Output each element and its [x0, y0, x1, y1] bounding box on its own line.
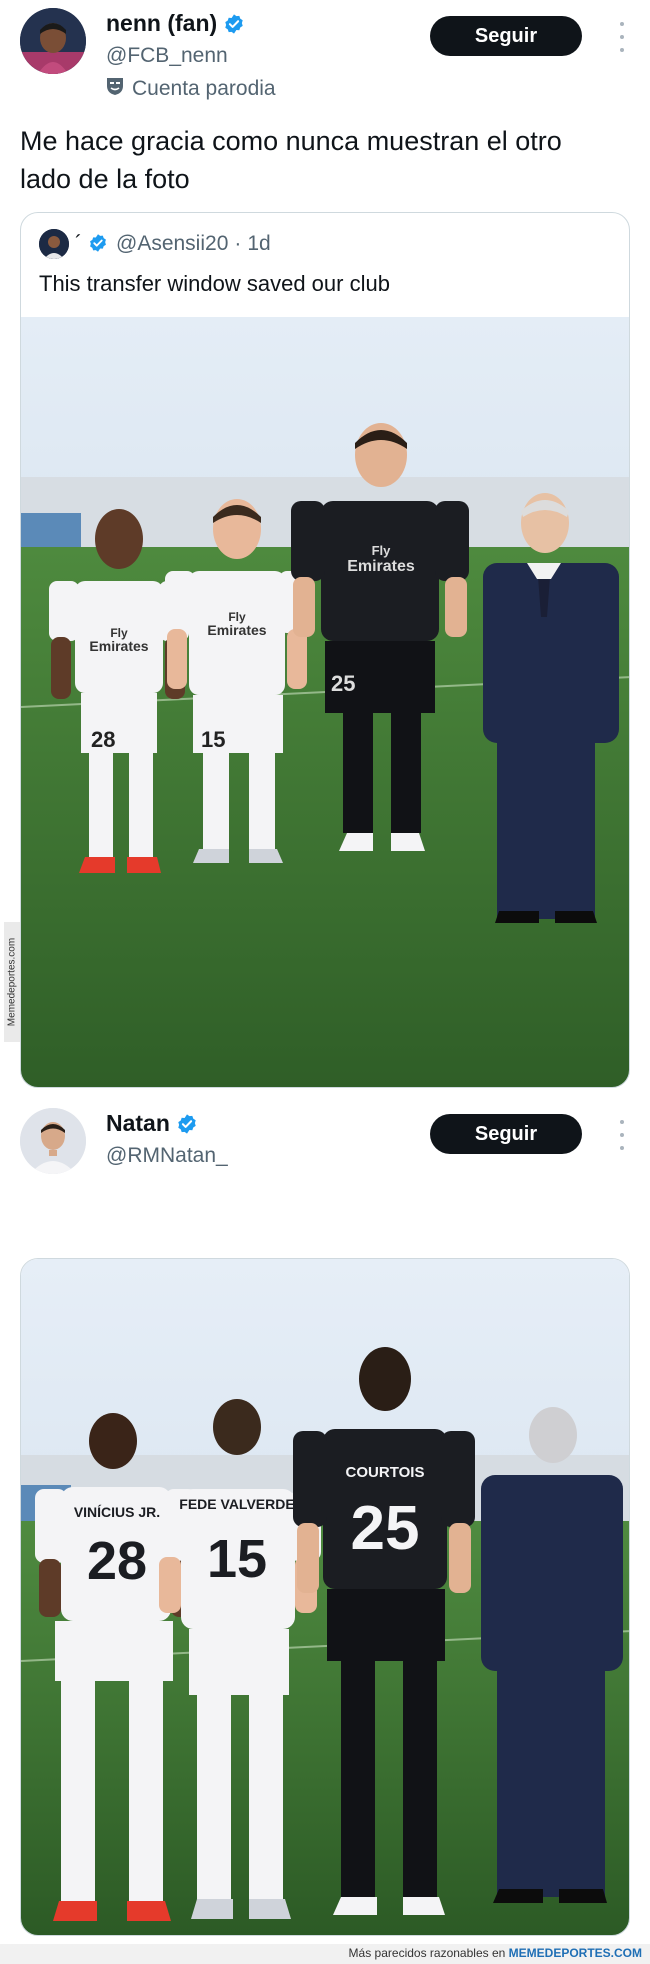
short-number: 15: [201, 727, 225, 752]
follow-button[interactable]: Seguir: [430, 16, 582, 56]
player-name: FEDE VALVERDE: [179, 1496, 294, 1512]
player-name: VINÍCIUS JR.: [74, 1504, 160, 1520]
side-watermark-text: Memedeportes.com: [6, 937, 18, 1027]
short-number: 25: [331, 671, 355, 696]
sponsor-bottom: Emirates: [207, 622, 266, 638]
footer-watermark: Más parecidos razonables en MEMEDEPORTES…: [0, 1944, 650, 1964]
short-number: 28: [91, 727, 115, 752]
team-photo-front[interactable]: Fly Emirates Fly Emirates Fly Emirates 2…: [21, 317, 629, 1087]
verified-badge-icon: [223, 13, 245, 35]
quoted-handle[interactable]: @Asensii20: [116, 232, 228, 256]
side-watermark: Memedeportes.com: [4, 922, 20, 1042]
display-name[interactable]: Natan: [106, 1110, 170, 1137]
team-photo-back[interactable]: VINÍCIUS JR. 28 FEDE VALVERDE 15 COURTOI…: [21, 1259, 629, 1935]
sponsor-top: Fly: [372, 543, 392, 558]
author-name-row: nenn (fan): [106, 10, 245, 37]
author-handle[interactable]: @RMNatan_: [106, 1144, 228, 1168]
quoted-time[interactable]: 1d: [247, 232, 270, 256]
more-options-icon[interactable]: [616, 22, 628, 52]
more-options-icon[interactable]: [616, 1120, 628, 1150]
footer-prefix: Más parecidos razonables en: [348, 1946, 506, 1960]
avatar[interactable]: [20, 1108, 86, 1174]
team-photo-back-card[interactable]: VINÍCIUS JR. 28 FEDE VALVERDE 15 COURTOI…: [20, 1258, 630, 1936]
player-number: 25: [351, 1494, 420, 1563]
separator-dot: ·: [234, 232, 242, 255]
player-number: 28: [87, 1531, 147, 1591]
sponsor-bottom: Emirates: [89, 638, 148, 654]
follow-button[interactable]: Seguir: [430, 1114, 582, 1154]
quoted-tweet-text: This transfer window saved our club: [39, 271, 390, 296]
author-name-row: Natan: [106, 1110, 198, 1137]
quoted-tweet-header: ´ @Asensii20 · 1d: [39, 229, 271, 259]
footer-watermark-text: Más parecidos razonables en MEMEDEPORTES…: [349, 1946, 642, 1960]
quoted-tweet-card[interactable]: ´ @Asensii20 · 1d This transfer window s…: [20, 212, 630, 1088]
quoted-avatar[interactable]: [39, 229, 69, 259]
parody-label: Cuenta parodia: [132, 77, 276, 100]
verified-badge-icon: [176, 1113, 198, 1135]
team-photo-front-image: Fly Emirates Fly Emirates Fly Emirates 2…: [21, 317, 629, 1087]
sponsor-bottom: Emirates: [347, 558, 415, 575]
avatar[interactable]: [20, 8, 86, 74]
team-photo-back-image: VINÍCIUS JR. 28 FEDE VALVERDE 15 COURTOI…: [21, 1259, 629, 1935]
display-name[interactable]: nenn (fan): [106, 10, 217, 37]
quoted-name-glyph: ´: [75, 232, 82, 255]
tweet-2-header: Natan @RMNatan_ Seguir: [0, 1100, 650, 1200]
player-number: 15: [207, 1529, 267, 1589]
parody-mask-icon: [106, 76, 124, 102]
tweet-1-header: nenn (fan) @FCB_nenn Cuenta parodia Segu…: [0, 0, 650, 100]
author-handle[interactable]: @FCB_nenn: [106, 44, 228, 68]
tweet-1-text: Me hace gracia como nunca muestran el ot…: [20, 126, 562, 194]
parody-label-row: Cuenta parodia: [106, 76, 276, 102]
verified-badge-icon: [88, 233, 110, 255]
footer-brand[interactable]: MEMEDEPORTES.COM: [509, 1946, 642, 1960]
player-name: COURTOIS: [346, 1464, 425, 1481]
